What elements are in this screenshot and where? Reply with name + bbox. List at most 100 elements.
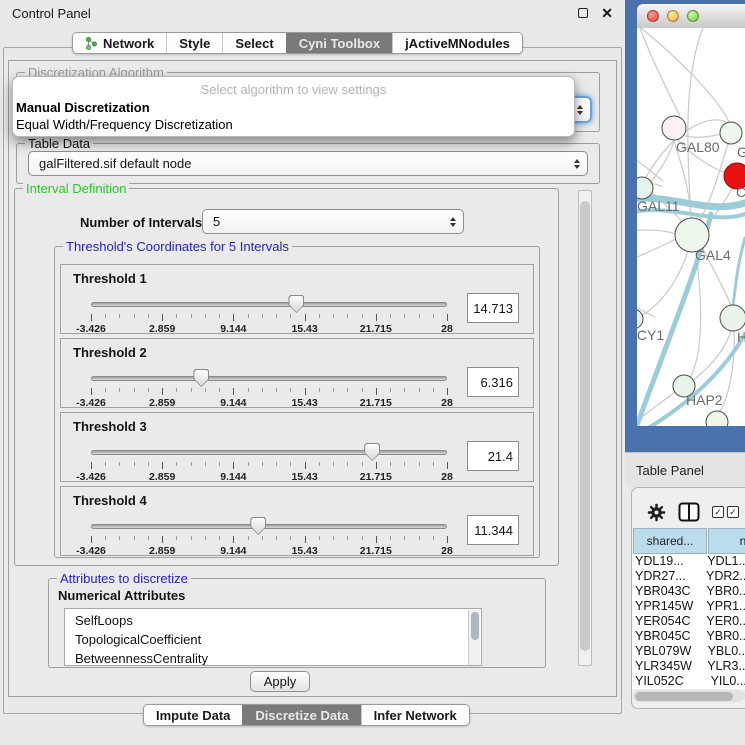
slider-thumb[interactable] (193, 369, 209, 387)
tab-cyni-toolbox[interactable]: Cyni Toolbox (286, 33, 392, 53)
threshold-slider[interactable]: -3.4262.8599.14415.4321.71528 (91, 445, 447, 481)
column-header-shared-name[interactable]: shared... (633, 528, 707, 554)
slider-tick (134, 536, 135, 540)
slider-tick-label: 2.859 (149, 471, 175, 483)
minimize-traffic-light-icon[interactable] (667, 10, 679, 22)
network-canvas[interactable]: GAL80GACGAL11GAL4GCY1HHAP2 (637, 28, 745, 426)
table-row[interactable]: YBR045CYBR0... (632, 629, 745, 644)
network-node-gal80[interactable] (662, 116, 686, 140)
slider-track[interactable] (91, 524, 447, 529)
slider-tick (347, 462, 348, 466)
slider-thumb[interactable] (364, 443, 380, 461)
cell-shared-name: YDL19... (632, 554, 701, 569)
attribute-item-selfloops[interactable]: SelfLoops (65, 611, 481, 630)
threshold-value-field[interactable]: 21.4 (467, 441, 519, 471)
slider-tick (205, 388, 206, 392)
algorithm-option-manual-discretization[interactable]: Manual Discretization (13, 99, 574, 116)
table-horizontal-scrollbar[interactable] (633, 690, 745, 702)
tab-network[interactable]: Network (73, 33, 166, 53)
slider-thumb[interactable] (250, 517, 266, 535)
column-header-name[interactable]: n... (708, 528, 745, 554)
network-edge[interactable] (637, 239, 676, 262)
threshold-value-field[interactable]: 11.344 (467, 515, 519, 545)
gear-icon[interactable] (647, 503, 666, 525)
slider-tick-label: 28 (441, 397, 453, 409)
float-window-icon[interactable] (578, 8, 588, 18)
slider-track[interactable] (91, 302, 447, 307)
slider-tick-label: -3.426 (76, 323, 106, 335)
network-edge[interactable] (640, 28, 680, 116)
checkbox-icon[interactable]: ✓ (712, 506, 724, 518)
number-of-intervals-dropdown[interactable]: 5 (202, 209, 464, 234)
algorithm-option-equal-width-frequency-discretization[interactable]: Equal Width/Frequency Discretization (13, 116, 574, 133)
number-of-intervals-label: Number of Intervals (80, 215, 202, 230)
slider-tick-label: 15.43 (291, 471, 317, 483)
slider-track[interactable] (91, 376, 447, 381)
slider-tick (333, 314, 334, 318)
network-edge-thick[interactable] (733, 238, 745, 305)
tab-impute-data[interactable]: Impute Data (144, 705, 242, 725)
network-edge[interactable] (648, 141, 674, 184)
checkbox-icon[interactable]: ✓ (727, 506, 739, 518)
table-row[interactable]: YER054CYER0... (632, 614, 745, 629)
thresholds-group-label: Threshold's Coordinates for 5 Intervals (63, 239, 292, 254)
network-window-titlebar[interactable] (637, 4, 745, 28)
attribute-item-topologicalcoefficient[interactable]: TopologicalCoefficient (65, 630, 481, 649)
close-traffic-light-icon[interactable] (647, 10, 659, 22)
slider-tick (276, 536, 277, 540)
network-node-ga[interactable] (720, 122, 742, 144)
threshold-slider[interactable]: -3.4262.8599.14415.4321.71528 (91, 519, 447, 555)
slider-tick (419, 314, 420, 318)
threshold-slider[interactable]: -3.4262.8599.14415.4321.71528 (91, 297, 447, 333)
table-row[interactable]: YLR345WYLR3... (632, 659, 745, 674)
dropdown-stepper-icon (574, 159, 580, 169)
tab-style[interactable]: Style (166, 33, 222, 53)
slider-tick-label: 21.715 (360, 397, 392, 409)
slider-tick (362, 388, 363, 392)
network-node-label: GAL4 (695, 247, 731, 263)
network-node[interactable] (706, 411, 728, 426)
slider-tick-label: 28 (441, 471, 453, 483)
slider-tick (290, 388, 291, 392)
network-edge[interactable] (637, 230, 676, 234)
threshold-value-field[interactable]: 6.316 (467, 367, 519, 397)
network-edge[interactable] (685, 134, 721, 137)
scrollbar-thumb[interactable] (580, 201, 590, 651)
zoom-traffic-light-icon[interactable] (687, 10, 699, 22)
table-data-dropdown[interactable]: galFiltered.sif default node (28, 151, 588, 176)
threshold-row-1: Threshold 1-3.4262.8599.14415.4321.71528… (60, 264, 534, 334)
close-icon[interactable]: ✕ (601, 8, 613, 18)
panel-vertical-scrollbar[interactable] (578, 190, 592, 666)
table-row[interactable]: YIL052CYIL0... (632, 674, 745, 689)
tab-select[interactable]: Select (222, 33, 285, 53)
threshold-slider[interactable]: -3.4262.8599.14415.4321.71528 (91, 371, 447, 407)
tab-label: Infer Network (374, 708, 457, 723)
slider-thumb[interactable] (288, 295, 304, 313)
bottom-tab-bar: Impute DataDiscretize Data Infer Network (143, 704, 470, 726)
network-edge[interactable] (641, 28, 729, 122)
slider-track[interactable] (91, 450, 447, 455)
table-row[interactable]: YBL079WYBL0... (632, 644, 745, 659)
cell-shared-name: YER054C (632, 614, 700, 629)
apply-button[interactable]: Apply (250, 671, 310, 692)
table-row[interactable]: YDR27...YDR2... (632, 569, 745, 584)
split-columns-icon[interactable] (678, 502, 700, 525)
slider-tick-label: 21.715 (360, 323, 392, 335)
slider-tick (105, 536, 106, 540)
attributes-list-scrollbar[interactable] (468, 610, 480, 666)
cell-name: YLR3... (701, 659, 745, 674)
table-row[interactable]: YDL19...YDL1... (632, 554, 745, 569)
tab-discretize-data[interactable]: Discretize Data (242, 705, 360, 725)
tab-jactivemnodules[interactable]: jActiveMNodules (392, 33, 522, 53)
slider-tick (390, 536, 391, 540)
slider-tick (419, 388, 420, 392)
threshold-value-field[interactable]: 14.713 (467, 293, 519, 323)
scrollbar-thumb[interactable] (635, 692, 733, 701)
tab-infer-network[interactable]: Infer Network (361, 705, 469, 725)
network-node-gcy1[interactable] (637, 309, 643, 329)
network-node-h[interactable] (720, 305, 745, 331)
cell-name: YDL1... (701, 554, 745, 569)
table-row[interactable]: YBR043CYBR0... (632, 584, 745, 599)
table-row[interactable]: YPR145WYPR1... (632, 599, 745, 614)
attribute-item-betweennesscentrality[interactable]: BetweennessCentrality (65, 649, 481, 666)
